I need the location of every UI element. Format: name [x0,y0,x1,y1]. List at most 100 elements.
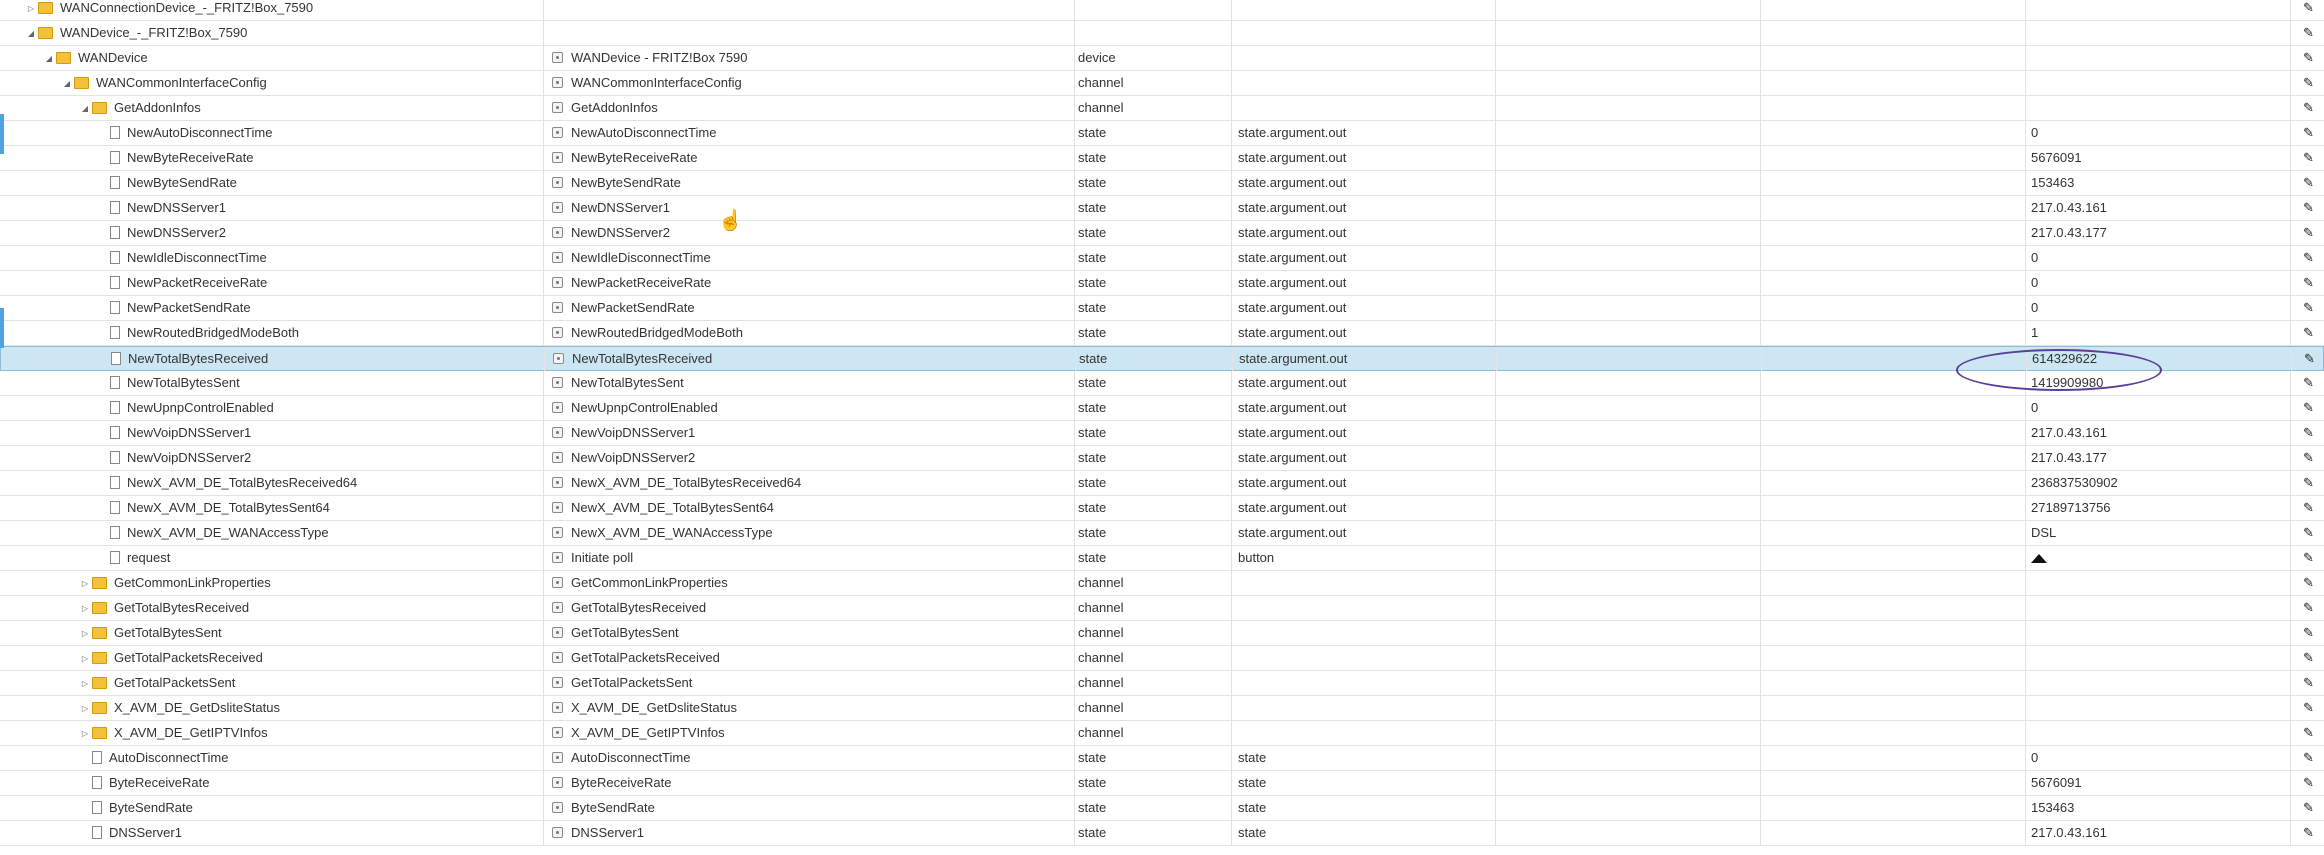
table-row[interactable]: NewPacketSendRate NewPacketSendRate state s… [0,296,2324,321]
title-cell: GetTotalPacketsReceived [543,646,1074,670]
table-row[interactable]: ◢ GetAddonInfos GetAddonInfos channel ✎ [0,96,2324,121]
pencil-icon[interactable]: ✎ [2303,46,2314,70]
pencil-icon[interactable]: ✎ [2303,196,2314,220]
pencil-icon[interactable]: ✎ [2303,321,2314,345]
expand-toggle-icon[interactable]: ▷ [78,697,92,720]
role-cell: state [1231,821,1495,845]
role-cell: state [1231,746,1495,770]
table-row[interactable]: NewUpnpControlEnabled NewUpnpControlEnabl… [0,396,2324,421]
pencil-icon[interactable]: ✎ [2303,746,2314,770]
expand-toggle-icon[interactable]: ▷ [78,647,92,670]
table-row[interactable]: ▷ X_AVM_DE_GetIPTVInfos X_AVM_DE_GetIPTVIn… [0,721,2324,746]
title-cell: ByteSendRate [543,796,1074,820]
pencil-icon[interactable]: ✎ [2303,671,2314,695]
pencil-icon[interactable]: ✎ [2303,496,2314,520]
table-row[interactable]: ▷ GetTotalBytesSent GetTotalBytesSent chann… [0,621,2324,646]
table-row[interactable]: NewByteSendRate NewByteSendRate state state… [0,171,2324,196]
table-row[interactable]: AutoDisconnectTime AutoDisconnectTime stat… [0,746,2324,771]
pencil-icon[interactable]: ✎ [2303,521,2314,545]
expand-toggle-icon[interactable]: ◢ [60,72,74,95]
table-row[interactable]: ◢ WANDevice WANDevice - FRITZ!Box 7590 devi… [0,46,2324,71]
pencil-icon[interactable]: ✎ [2303,171,2314,195]
object-id: NewX_AVM_DE_TotalBytesReceived64 [127,475,358,490]
type-cell: state [1074,271,1231,295]
pencil-icon[interactable]: ✎ [2303,21,2314,45]
object-id: ByteSendRate [109,800,193,815]
expand-toggle-icon[interactable]: ▷ [24,0,38,20]
pencil-icon[interactable]: ✎ [2303,721,2314,745]
pencil-icon[interactable]: ✎ [2303,446,2314,470]
pencil-icon[interactable]: ✎ [2303,646,2314,670]
pencil-icon[interactable]: ✎ [2303,246,2314,270]
pencil-icon[interactable]: ✎ [2303,146,2314,170]
expand-toggle-icon[interactable]: ◢ [78,97,92,120]
object-id: GetCommonLinkProperties [114,575,271,590]
table-row[interactable]: NewRoutedBridgedModeBoth NewRoutedBridged… [0,321,2324,346]
object-title: NewX_AVM_DE_TotalBytesReceived64 [571,475,802,490]
table-row[interactable]: NewX_AVM_DE_TotalBytesSent64 NewX_AVM_DE_… [0,496,2324,521]
function-cell [1760,296,2025,320]
expand-toggle-icon[interactable]: ▷ [78,572,92,595]
pencil-icon[interactable]: ✎ [2303,96,2314,120]
table-row[interactable]: ▷ GetCommonLinkProperties GetCommonLinkPro… [0,571,2324,596]
table-row[interactable]: ByteSendRate ByteSendRate state state 153463… [0,796,2324,821]
function-cell [1760,71,2025,95]
expand-toggle-icon[interactable]: ▷ [78,672,92,695]
pencil-icon[interactable]: ✎ [2303,471,2314,495]
pencil-icon[interactable]: ✎ [2303,571,2314,595]
table-row[interactable]: NewDNSServer2 NewDNSServer2 state state.arg… [0,221,2324,246]
pencil-icon[interactable]: ✎ [2303,0,2314,20]
table-row[interactable]: ByteReceiveRate ByteReceiveRate state state… [0,771,2324,796]
object-title: NewVoipDNSServer2 [571,450,696,465]
expand-toggle-icon[interactable]: ◢ [24,22,38,45]
table-row[interactable]: NewPacketReceiveRate NewPacketReceiveRate… [0,271,2324,296]
table-row[interactable]: NewDNSServer1 NewDNSServer1 state state.arg… [0,196,2324,221]
pencil-icon[interactable]: ✎ [2303,546,2314,570]
table-row[interactable]: NewAutoDisconnectTime NewAutoDisconnectTi… [0,121,2324,146]
poll-button-icon[interactable] [2031,554,2047,564]
role-cell [1231,671,1495,695]
object-id: WANCommonInterfaceConfig [96,75,267,90]
role-cell [1231,46,1495,70]
pencil-icon[interactable]: ✎ [2303,396,2314,420]
pencil-icon[interactable]: ✎ [2303,596,2314,620]
file-icon [110,176,120,190]
expand-toggle-icon[interactable]: ◢ [42,47,56,70]
pencil-icon[interactable]: ✎ [2303,771,2314,795]
pencil-icon[interactable]: ✎ [2303,271,2314,295]
pencil-icon[interactable]: ✎ [2303,221,2314,245]
type-cell: state [1074,196,1231,220]
table-row[interactable]: ▷ GetTotalPacketsSent GetTotalPacketsSent c… [0,671,2324,696]
room-cell [1495,671,1760,695]
pencil-icon[interactable]: ✎ [2303,796,2314,820]
table-row[interactable]: ◢ WANCommonInterfaceConfig WANCommonInterf… [0,71,2324,96]
pencil-icon[interactable]: ✎ [2303,371,2314,395]
pencil-icon[interactable]: ✎ [2303,71,2314,95]
table-row[interactable]: ◢ WANDevice_-_FRITZ!Box_7590 ✎ [0,21,2324,46]
folder-icon [92,676,107,689]
table-row[interactable]: NewVoipDNSServer1 NewVoipDNSServer1 state s… [0,421,2324,446]
pencil-icon[interactable]: ✎ [2303,696,2314,720]
expand-toggle-icon[interactable]: ▷ [78,622,92,645]
pencil-icon[interactable]: ✎ [2303,296,2314,320]
pencil-icon[interactable]: ✎ [2303,621,2314,645]
expand-toggle-icon[interactable]: ▷ [78,597,92,620]
actions-cell: ✎ [2290,146,2324,170]
pencil-icon[interactable]: ✎ [2303,821,2314,845]
table-row[interactable]: NewX_AVM_DE_TotalBytesReceived64 NewX_AVM… [0,471,2324,496]
table-row[interactable]: ▷ GetTotalBytesReceived GetTotalBytesRecei… [0,596,2324,621]
table-row[interactable]: request Initiate poll state button ✎ [0,546,2324,571]
table-row[interactable]: NewVoipDNSServer2 NewVoipDNSServer2 state s… [0,446,2324,471]
table-row[interactable]: NewByteReceiveRate NewByteReceiveRate stat… [0,146,2324,171]
table-row[interactable]: NewIdleDisconnectTime NewIdleDisconnectTi… [0,246,2324,271]
table-row[interactable]: DNSServer1 DNSServer1 state state 217.0.43.1… [0,821,2324,846]
pencil-icon[interactable]: ✎ [2303,121,2314,145]
pencil-icon[interactable]: ✎ [2304,347,2315,371]
value-cell[interactable] [2025,546,2290,570]
table-row[interactable]: ▷ X_AVM_DE_GetDsliteStatus X_AVM_DE_GetDsl… [0,696,2324,721]
pencil-icon[interactable]: ✎ [2303,421,2314,445]
table-row[interactable]: NewX_AVM_DE_WANAccessType NewX_AVM_DE_WAN… [0,521,2324,546]
table-row[interactable]: ▷ GetTotalPacketsReceived GetTotalPacketsR… [0,646,2324,671]
table-row[interactable]: ▷ WANConnectionDevice_-_FRITZ!Box_7590 ✎ [0,0,2324,21]
expand-toggle-icon[interactable]: ▷ [78,722,92,745]
